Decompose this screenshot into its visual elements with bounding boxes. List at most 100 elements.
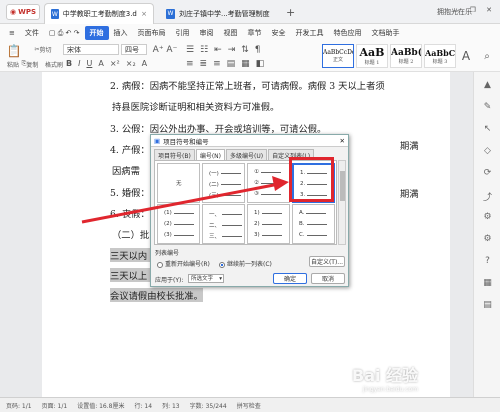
select-icon[interactable]: ↖ xyxy=(481,124,494,136)
continue-list-radio[interactable]: 继续前一列表(C) xyxy=(219,259,272,268)
paste-icon[interactable]: 📋 xyxy=(4,44,24,58)
numbering-option-none[interactable]: 无 xyxy=(157,163,200,203)
style-label: 标题 2 xyxy=(398,58,414,65)
copy-button[interactable]: ⎘ 复制 xyxy=(20,59,40,69)
list-numbering-label: 列表编号 xyxy=(155,250,180,257)
gear-icon[interactable]: ⚙ xyxy=(481,234,494,246)
chevron-down-icon: ▾ xyxy=(219,276,222,282)
menu-page-layout[interactable]: 页面布局 xyxy=(133,26,171,40)
menu-chapter[interactable]: 章节 xyxy=(243,26,267,40)
style-heading-1[interactable]: AaB 标题 1 xyxy=(356,44,388,68)
menu-security[interactable]: 安全 xyxy=(267,26,291,40)
style-gallery: AaBbCcDd 正文 AaB 标题 1 AaBb(标题 2 AaBbC 标题 3 xyxy=(322,44,456,68)
numbering-option[interactable]: 1) 2) 3) xyxy=(247,204,290,244)
window-controls[interactable]: — ❐ ✕ xyxy=(452,6,496,14)
doc-line: 3. 公假：因公外出办事、开会或培训等，可请公假。 xyxy=(110,124,327,135)
status-setting-value: 设置值: 16.8厘米 xyxy=(77,402,125,410)
radio-icon xyxy=(157,261,163,268)
share-icon[interactable]: ⤴ xyxy=(481,190,494,203)
menu-doc-assistant[interactable]: 文档助手 xyxy=(367,26,405,40)
status-spellcheck[interactable]: 拼写检查 xyxy=(237,401,261,410)
menu-developer[interactable]: 开发工具 xyxy=(291,26,329,40)
number-marker: (三) xyxy=(209,193,219,199)
doc-line: 4. 产假： xyxy=(110,145,150,156)
style-normal[interactable]: AaBbCcDd 正文 xyxy=(322,44,354,68)
highlight-box xyxy=(289,157,334,202)
style-pane-icon[interactable]: ✎ xyxy=(481,102,494,114)
dialog-title-bar[interactable]: ▣ 项目符号和编号 ✕ xyxy=(151,135,348,147)
style-sample: AaBb( xyxy=(391,47,421,58)
tab-title: 中学教职工考勤制度3.docx xyxy=(62,10,137,18)
style-heading-3[interactable]: AaBbC 标题 3 xyxy=(424,44,456,68)
cut-label: 剪切 xyxy=(39,46,52,54)
menu-view[interactable]: 视图 xyxy=(219,26,243,40)
cut-button[interactable]: ✂ 剪切 xyxy=(27,44,59,54)
doc-line-selected: 会议请假由校长批准。 xyxy=(110,288,203,302)
cancel-button[interactable]: 取消 xyxy=(311,273,345,284)
numbering-option[interactable]: A. B. C. xyxy=(292,204,335,244)
text-tool-icon[interactable]: A xyxy=(458,46,474,66)
menu-review[interactable]: 审阅 xyxy=(195,26,219,40)
number-marker: ③ xyxy=(254,191,259,197)
menu-quick-icons[interactable]: ▢ ⎙ ↶ ↷ xyxy=(44,26,85,40)
number-marker: (1) xyxy=(164,210,172,216)
grow-shrink-font-icon[interactable]: A⁺ A⁻ xyxy=(150,44,180,55)
style-sample: AaB xyxy=(359,46,385,59)
find-replace-icon[interactable]: ⌕ xyxy=(478,46,496,66)
tab-document-1[interactable]: W 中学教职工考勤制度3.docx × xyxy=(44,3,154,24)
style-heading-2[interactable]: AaBb(标题 2 xyxy=(390,44,422,68)
font-size-select[interactable]: 四号 xyxy=(121,44,147,55)
wps-home-button[interactable]: ◉ WPS xyxy=(6,4,40,20)
format-painter-button[interactable]: 格式刷 xyxy=(42,59,66,69)
status-word-count[interactable]: 字数: 35/244 xyxy=(190,401,227,410)
menu-insert[interactable]: 插入 xyxy=(109,26,133,40)
shape-icon[interactable]: ◇ xyxy=(481,146,494,158)
numbering-option[interactable]: 一、 二、 三、 xyxy=(202,204,245,244)
right-sidebar: ▲ ✎ ↖ ◇ ⟳ ⤴ ⚙ ⚙ ? ▦ ▤ xyxy=(473,72,500,397)
doc-line: 因病需 xyxy=(112,166,140,177)
status-line: 行: 14 xyxy=(134,402,153,410)
doc-line: 5. 婚假： xyxy=(110,188,150,199)
gallery-scrollbar[interactable] xyxy=(338,160,346,245)
tools-icon[interactable]: ⚙ xyxy=(481,212,494,224)
ok-button[interactable]: 确定 xyxy=(273,273,307,284)
menu-features[interactable]: 特色应用 xyxy=(329,26,367,40)
number-marker: C. xyxy=(299,232,305,238)
close-tab-icon[interactable]: × xyxy=(141,10,147,18)
restart-numbering-radio[interactable]: 重新开始编号(R) xyxy=(157,259,210,268)
number-marker: 二、 xyxy=(209,223,221,229)
grid-icon[interactable]: ▦ xyxy=(481,278,494,290)
menu-hamburger-icon[interactable]: ≡ xyxy=(4,26,20,40)
text-format-icons[interactable]: B I U A ×² ×₂ A xyxy=(66,58,176,69)
apply-to-select[interactable]: 所选文字 ▾ xyxy=(188,274,224,283)
alignment-icons[interactable]: ≡ ≣ ≡ ▤ ▦ ◧ xyxy=(186,58,316,69)
font-family-select[interactable]: 宋体 xyxy=(63,44,119,55)
dialog-title: 项目符号和编号 xyxy=(163,137,209,146)
paragraph-list-icons[interactable]: ☰ ☷ ⇤ ⇥ ⇅ ¶ xyxy=(186,44,316,55)
none-label: 无 xyxy=(176,181,182,187)
menu-bar: ≡ 文件 ▢ ⎙ ↶ ↷ 开始 插入 页面布局 引用 审阅 视图 章节 安全 开… xyxy=(0,24,500,42)
close-icon[interactable]: ✕ xyxy=(340,137,345,145)
document-icon[interactable]: ▤ xyxy=(481,300,494,312)
help-icon[interactable]: ? xyxy=(481,256,494,268)
numbering-option[interactable]: (一) (二) (三) xyxy=(202,163,245,203)
number-marker: B. xyxy=(299,221,305,227)
menu-start[interactable]: 开始 xyxy=(84,26,109,40)
tab-document-2[interactable]: W 刘庄子镇中学...考勤管理制度 xyxy=(160,3,280,24)
numbering-option[interactable]: (1) (2) (3) xyxy=(157,204,200,244)
radio-label: 继续前一列表(C) xyxy=(227,261,272,268)
numbering-option[interactable]: ① ② ③ xyxy=(247,163,290,203)
scroll-up-icon[interactable]: ▲ xyxy=(481,80,494,92)
new-tab-button[interactable]: + xyxy=(286,6,295,19)
customize-button[interactable]: 自定义(T)... xyxy=(309,256,345,267)
word-doc-icon: W xyxy=(51,9,59,19)
status-page[interactable]: 页面: 1/1 xyxy=(42,401,68,410)
scrollbar-thumb[interactable] xyxy=(340,171,345,201)
menu-file[interactable]: 文件 xyxy=(20,26,44,40)
number-marker: ② xyxy=(254,180,259,186)
menu-references[interactable]: 引用 xyxy=(171,26,195,40)
status-page-number[interactable]: 页码: 1/1 xyxy=(6,401,32,410)
radio-label: 重新开始编号(R) xyxy=(165,261,210,268)
number-marker: (二) xyxy=(209,182,219,188)
backup-icon[interactable]: ⟳ xyxy=(481,168,494,180)
